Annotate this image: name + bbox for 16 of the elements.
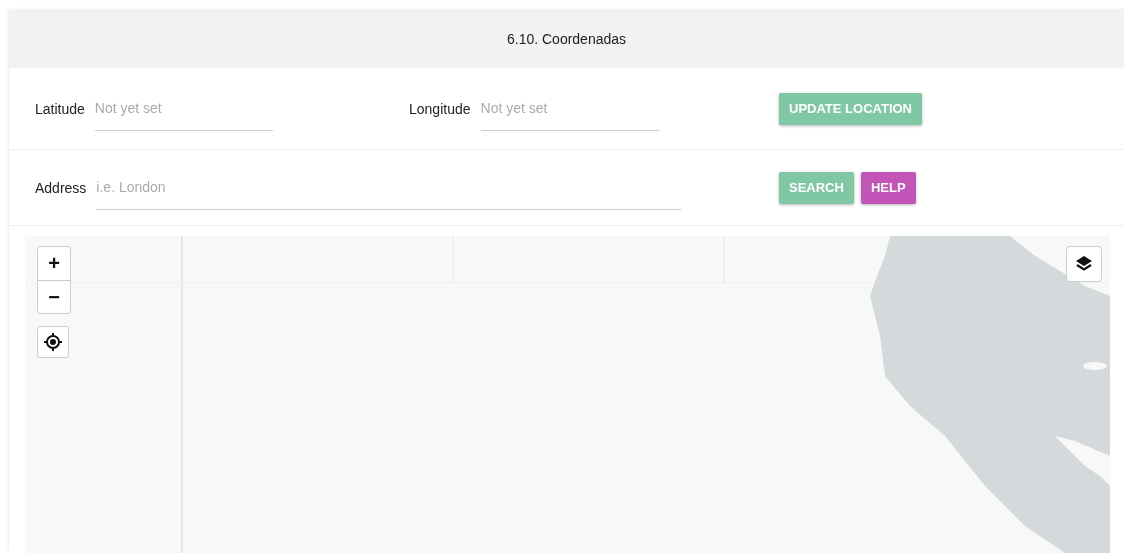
layers-icon [1074,255,1094,273]
update-location-button[interactable]: UPDATE LOCATION [779,92,922,125]
input-field[interactable]: Not yet set [480,86,659,131]
address-field[interactable]: i.e. London [96,165,682,210]
input-field[interactable]: Not yet set [94,86,273,131]
action-button[interactable]: SEARCH [779,171,854,204]
panel-title: 6.10. Coordenadas [506,31,627,47]
target-icon [44,333,62,351]
field-label: Latitude [35,100,85,117]
field-label: Address [35,179,87,196]
locate-button[interactable] [37,326,69,358]
zoom-out-button[interactable]: − [38,280,70,313]
field-label: Longitude [409,100,471,117]
zoom-in-button[interactable]: + [38,247,70,280]
layers-button[interactable] [1066,246,1102,282]
action-button[interactable]: HELP [860,171,916,204]
